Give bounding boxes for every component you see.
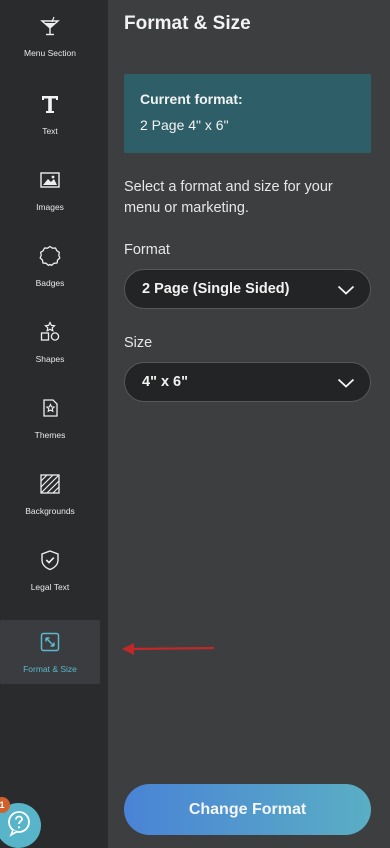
current-format-box: Current format: 2 Page 4" x 6" <box>124 74 371 153</box>
sidebar-item-label: Badges <box>35 278 65 288</box>
chevron-down-icon <box>337 376 355 388</box>
format-select-value: 2 Page (Single Sided) <box>142 281 290 297</box>
chevron-down-icon <box>337 283 355 295</box>
sidebar-item-label: Shapes <box>35 354 65 364</box>
sidebar-item-images[interactable]: Images <box>0 158 100 222</box>
badge-icon <box>38 244 62 268</box>
sidebar-item-text[interactable]: Text <box>0 82 100 146</box>
image-icon <box>38 168 62 192</box>
current-format-value: 2 Page 4" x 6" <box>140 117 229 133</box>
size-select-value: 4" x 6" <box>142 374 188 390</box>
sidebar-item-label: Images <box>36 202 64 212</box>
sidebar-item-label: Themes <box>34 430 66 440</box>
sidebar-item-legal-text[interactable]: Legal Text <box>0 538 100 602</box>
size-label: Size <box>124 335 153 351</box>
sidebar-item-badges[interactable]: Badges <box>0 234 100 298</box>
sidebar-item-label: Format & Size <box>23 664 77 674</box>
panel-description: Select a format and size for your menu o… <box>124 179 333 216</box>
cocktail-glass-icon <box>38 14 62 38</box>
text-t-icon <box>38 92 62 116</box>
format-select[interactable]: 2 Page (Single Sided) <box>124 269 371 309</box>
sidebar-item-backgrounds[interactable]: Backgrounds <box>0 462 100 526</box>
sidebar-item-label: Backgrounds <box>25 506 75 516</box>
sidebar-item-format-size[interactable]: Format & Size <box>0 620 100 684</box>
hatched-square-icon <box>38 472 62 496</box>
panel-title: Format & Size <box>124 13 251 34</box>
sidebar: Menu Section Text Images Badges Shapes T… <box>0 0 108 848</box>
sidebar-item-shapes[interactable]: Shapes <box>0 310 100 374</box>
question-chat-icon <box>5 809 33 842</box>
annotation-arrow <box>122 643 215 655</box>
sidebar-item-menu-section[interactable]: Menu Section <box>0 4 100 68</box>
sidebar-item-themes[interactable]: Themes <box>0 386 100 450</box>
theme-star-icon <box>38 396 62 420</box>
current-format-heading: Current format: <box>140 91 243 107</box>
shield-check-icon <box>38 548 62 572</box>
sidebar-item-label: Menu Section <box>24 48 76 58</box>
sidebar-item-label: Text <box>42 126 58 136</box>
format-label: Format <box>124 242 170 258</box>
size-select[interactable]: 4" x 6" <box>124 362 371 402</box>
resize-arrows-icon <box>38 630 62 654</box>
change-format-button[interactable]: Change Format <box>124 784 371 835</box>
shapes-icon <box>38 320 62 344</box>
sidebar-item-label: Legal Text <box>30 582 70 592</box>
